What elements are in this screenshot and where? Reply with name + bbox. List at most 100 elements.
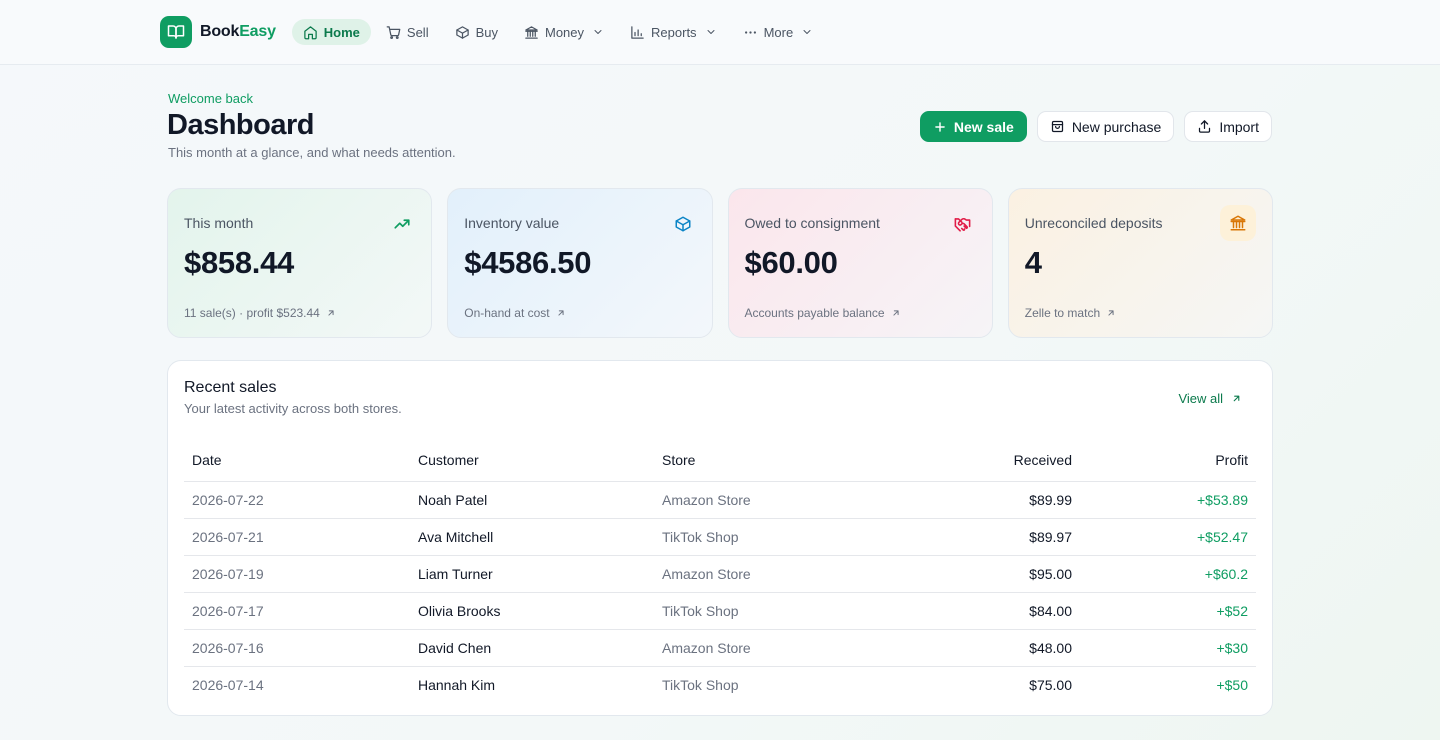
package-icon bbox=[670, 211, 696, 237]
cell-customer: Ava Mitchell bbox=[410, 518, 654, 556]
chevron-down-icon bbox=[707, 30, 715, 34]
recent-sales-table: Date Customer Store Received Profit 2026… bbox=[184, 439, 1256, 703]
new-purchase-label: New purchase bbox=[1071, 118, 1162, 135]
cell-profit: +$30 bbox=[1080, 629, 1256, 667]
welcome-text: Welcome back bbox=[168, 91, 254, 106]
upload-icon bbox=[1199, 120, 1211, 133]
cell-profit: +$50 bbox=[1216, 676, 1248, 693]
table-row[interactable]: 2026-07-22 Noah Patel Amazon Store $89.9… bbox=[184, 481, 1256, 519]
stat-card-label: This month bbox=[184, 215, 254, 231]
more-dots-icon bbox=[744, 30, 756, 34]
nav-item-label: Sell bbox=[406, 24, 429, 40]
stat-card-foot: 11 sale(s) · profit $523.44 bbox=[184, 306, 336, 320]
page-subtitle: This month at a glance, and what needs a… bbox=[168, 145, 456, 160]
column-header-customer[interactable]: Customer bbox=[410, 439, 654, 482]
chevron-down-icon bbox=[594, 30, 602, 34]
nav-item-label: Home bbox=[323, 24, 360, 40]
cell-customer: Hannah Kim bbox=[418, 676, 496, 693]
cell-profit: +$60.2 bbox=[1080, 555, 1256, 593]
nav-item-more[interactable]: More bbox=[732, 19, 825, 45]
cell-received: $95.00 bbox=[894, 555, 1080, 593]
cell-customer: David Chen bbox=[410, 629, 654, 667]
cell-date: 2026-07-21 bbox=[184, 518, 410, 556]
bar-chart-icon bbox=[631, 25, 644, 39]
cell-profit: +$52.47 bbox=[1080, 518, 1256, 556]
stat-card-label: Inventory value bbox=[464, 215, 560, 231]
cell-received: $89.99 bbox=[894, 481, 1080, 519]
arrow-up-right-icon bbox=[1233, 395, 1240, 402]
cell-received: $75.00 bbox=[1029, 676, 1072, 693]
table-row[interactable]: 2026-07-21 Ava Mitchell TikTok Shop $89.… bbox=[184, 518, 1256, 556]
page-header: Welcome back Dashboard This month at a g… bbox=[167, 65, 1273, 188]
table-row[interactable]: 2026-07-17 Olivia Brooks TikTok Shop $84… bbox=[184, 592, 1256, 630]
nav-item-label: Reports bbox=[651, 24, 697, 40]
cell-received: $89.97 bbox=[894, 518, 1080, 556]
recent-sales-panel: Recent sales Your latest activity across… bbox=[167, 360, 1273, 716]
arrow-up-right-icon bbox=[893, 310, 899, 316]
nav-item-home[interactable]: Home bbox=[291, 19, 371, 45]
cell-store: Amazon Store bbox=[654, 555, 894, 593]
stat-card-owed-to-consignment[interactable]: Owed to consignment $60.00 Accounts paya… bbox=[727, 188, 993, 338]
bank-icon bbox=[1220, 205, 1256, 241]
stat-card-label: Owed to consignment bbox=[744, 215, 880, 231]
stat-card-foot: Accounts payable balance bbox=[745, 306, 901, 320]
cart-icon bbox=[386, 25, 401, 39]
brand-name: BookEasy bbox=[200, 23, 276, 40]
stat-cards: This month $858.44 11 sale(s) · profit $… bbox=[167, 188, 1273, 338]
brand[interactable]: BookEasy bbox=[160, 16, 276, 48]
arrow-up-right-icon bbox=[558, 310, 564, 316]
table-row[interactable]: 2026-07-16 David Chen Amazon Store $48.0… bbox=[184, 629, 1256, 667]
cell-date: 2026-07-19 bbox=[184, 555, 410, 593]
main-nav: Home Sell Buy Money Reports More bbox=[291, 19, 825, 45]
cell-received: $84.00 bbox=[894, 592, 1080, 630]
column-header-store[interactable]: Store bbox=[654, 439, 894, 482]
arrow-up-right-icon bbox=[328, 310, 334, 316]
cell-customer: Noah Patel bbox=[410, 481, 654, 519]
nav-item-sell[interactable]: Sell bbox=[375, 19, 440, 45]
stat-card-foot: On-hand at cost bbox=[464, 306, 565, 320]
new-purchase-button[interactable]: New purchase bbox=[1036, 111, 1175, 142]
table-header-row: Date Customer Store Received Profit bbox=[184, 439, 1256, 482]
cell-date: 2026-07-14 bbox=[192, 676, 264, 693]
top-navigation-bar: BookEasy Home Sell Buy Money Reports Mor… bbox=[0, 0, 1440, 65]
column-header-received[interactable]: Received bbox=[894, 439, 1080, 482]
handshake-icon bbox=[950, 211, 976, 237]
nav-item-reports[interactable]: Reports bbox=[619, 19, 728, 45]
cell-store: TikTok Shop bbox=[662, 676, 739, 693]
plus-icon bbox=[935, 121, 945, 132]
column-header-date[interactable]: Date bbox=[184, 439, 410, 482]
cell-store: TikTok Shop bbox=[654, 518, 894, 556]
cell-store: TikTok Shop bbox=[654, 592, 894, 630]
cell-store: Amazon Store bbox=[654, 481, 894, 519]
book-icon bbox=[160, 16, 192, 48]
stat-card-value: $4586.50 bbox=[464, 245, 592, 280]
bank-icon bbox=[525, 25, 538, 39]
header-actions: New sale New purchase Import bbox=[919, 111, 1272, 142]
stat-card-value: $60.00 bbox=[744, 245, 838, 280]
nav-item-money[interactable]: Money bbox=[513, 19, 615, 45]
nav-item-label: Buy bbox=[475, 24, 498, 40]
table-row[interactable]: 2026-07-19 Liam Turner Amazon Store $95.… bbox=[184, 555, 1256, 593]
nav-item-label: More bbox=[763, 24, 794, 40]
stat-card-value: $858.44 bbox=[184, 245, 294, 280]
table-row[interactable]: 2026-07-14 Hannah Kim TikTok Shop $75.00… bbox=[184, 666, 1256, 703]
new-sale-button[interactable]: New sale bbox=[919, 111, 1027, 142]
stat-card-unreconciled-deposits[interactable]: Unreconciled deposits 4 Zelle to match bbox=[1007, 188, 1273, 338]
cell-customer: Olivia Brooks bbox=[410, 592, 654, 630]
column-header-profit[interactable]: Profit bbox=[1080, 439, 1256, 482]
trending-up-icon bbox=[389, 211, 415, 237]
nav-item-buy[interactable]: Buy bbox=[444, 19, 509, 45]
view-all-link[interactable]: View all bbox=[1178, 391, 1242, 406]
recent-sales-title: Recent sales bbox=[184, 379, 277, 396]
new-sale-label: New sale bbox=[953, 118, 1014, 135]
home-icon bbox=[304, 25, 317, 39]
stat-card-this-month[interactable]: This month $858.44 11 sale(s) · profit $… bbox=[167, 188, 433, 338]
stat-card-foot: Zelle to match bbox=[1025, 306, 1116, 320]
import-label: Import bbox=[1219, 118, 1259, 135]
stat-card-value: 4 bbox=[1024, 245, 1042, 280]
cell-date: 2026-07-16 bbox=[184, 629, 410, 667]
stat-card-inventory-value[interactable]: Inventory value $4586.50 On-hand at cost bbox=[447, 188, 713, 338]
import-button[interactable]: Import bbox=[1184, 111, 1272, 142]
recent-sales-subtitle: Your latest activity across both stores. bbox=[184, 401, 402, 416]
arrow-up-right-icon bbox=[1108, 310, 1114, 316]
